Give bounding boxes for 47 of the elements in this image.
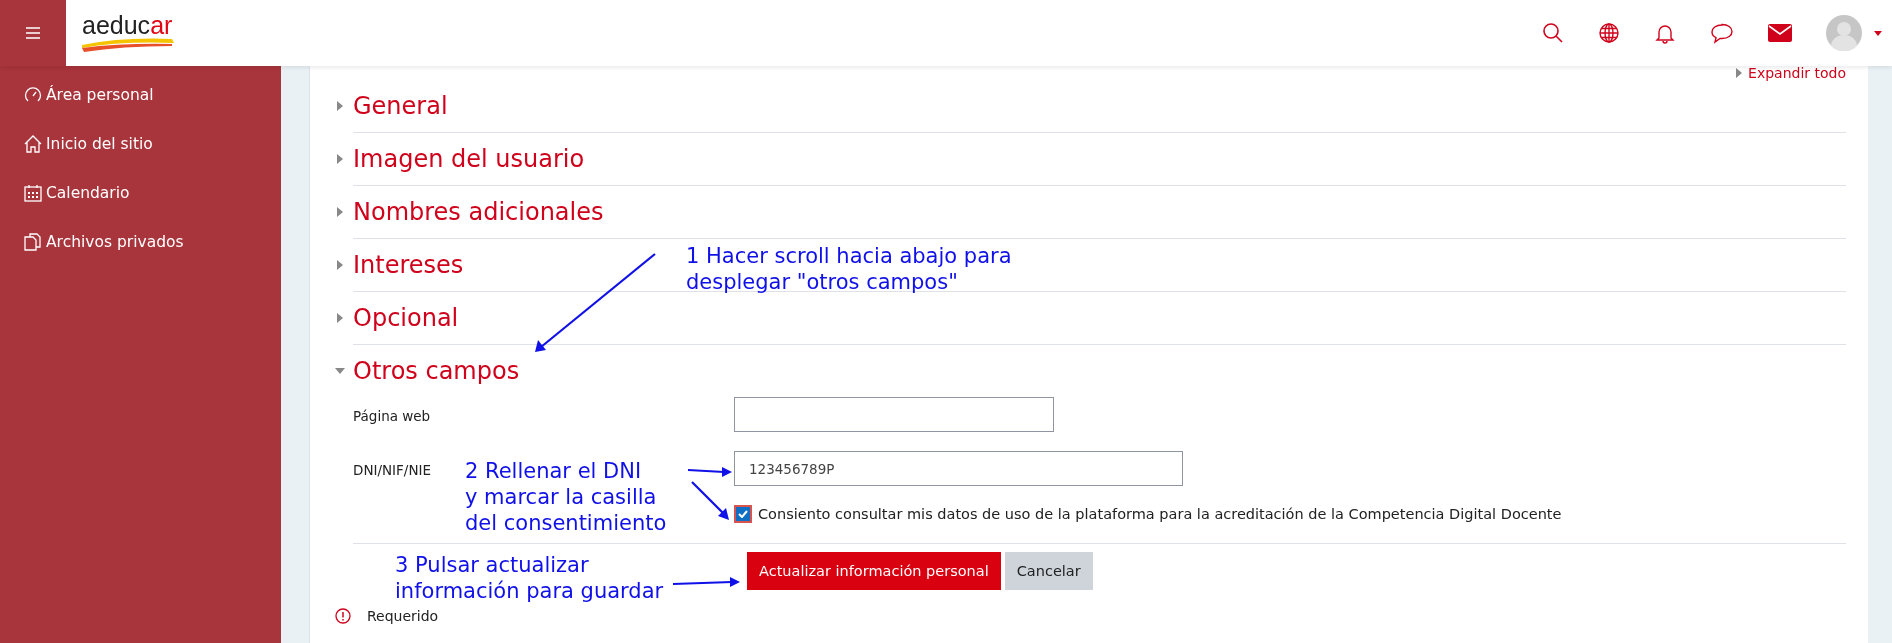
calendar-icon (24, 183, 42, 202)
alert-icon (335, 608, 351, 624)
annotation-text: 1 Hacer scroll hacia abajo para desplegar "otros campos" (686, 243, 1012, 295)
annotation-arrow (672, 577, 740, 587)
section-heading[interactable]: Imagen del usuario (353, 145, 585, 173)
sidebar-item[interactable]: Archivos privados (0, 217, 281, 266)
search-icon[interactable] (1542, 22, 1564, 44)
globe-icon[interactable] (1598, 22, 1620, 44)
sidebar-item[interactable]: Inicio del sitio (0, 119, 281, 168)
home-icon (24, 134, 42, 153)
section-heading[interactable]: Intereses (353, 251, 464, 279)
submit-button[interactable]: Actualizar información personal (747, 552, 1001, 590)
check-icon (738, 510, 748, 518)
caret-icon[interactable] (1874, 30, 1882, 36)
required-note: Requerido (367, 608, 439, 624)
section-heading[interactable]: Nombres adicionales (353, 198, 604, 226)
section-heading[interactable]: General (353, 92, 448, 120)
logo[interactable]: aeducar (82, 13, 174, 53)
sidebar-item[interactable]: Calendario (0, 168, 281, 217)
text-field[interactable] (734, 397, 1054, 432)
section-heading[interactable]: Opcional (353, 304, 459, 332)
caret-right-icon[interactable] (335, 154, 345, 164)
caret-right-icon[interactable] (335, 207, 345, 217)
annotation-text: 2 Rellenar el DNI y marcar la casilla del consentimiento (465, 458, 667, 536)
caret-right-icon[interactable] (335, 313, 345, 323)
consent-checkbox[interactable] (734, 505, 752, 523)
menu-icon (26, 27, 40, 39)
gauge-icon (24, 85, 42, 104)
field-label: Página web (353, 408, 431, 424)
annotation-arrow (687, 467, 732, 477)
text-field[interactable]: 123456789P (734, 451, 1183, 486)
mail-icon[interactable] (1768, 24, 1792, 42)
triangle-icon (1736, 68, 1743, 78)
cancel-button[interactable]: Cancelar (1004, 552, 1093, 590)
files-icon (24, 232, 42, 251)
bell-icon[interactable] (1654, 22, 1676, 44)
annotation-text: 3 Pulsar actualizar información para guardar (395, 552, 664, 604)
caret-down-icon[interactable] (335, 366, 345, 376)
chat-icon[interactable] (1710, 22, 1734, 44)
caret-right-icon[interactable] (335, 101, 345, 111)
field-label: DNI/NIF/NIE (353, 462, 432, 478)
caret-right-icon[interactable] (335, 260, 345, 270)
consent-label: Consiento consultar mis datos de uso de la plataforma para la acreditación de la Competencia Digital Docente (758, 506, 1562, 522)
annotation-arrow (691, 481, 729, 520)
expand-all-link[interactable]: Expandir todo (1736, 66, 1846, 80)
sidebar-item[interactable]: Área personal (0, 70, 281, 119)
section-heading[interactable]: Otros campos (353, 357, 520, 385)
